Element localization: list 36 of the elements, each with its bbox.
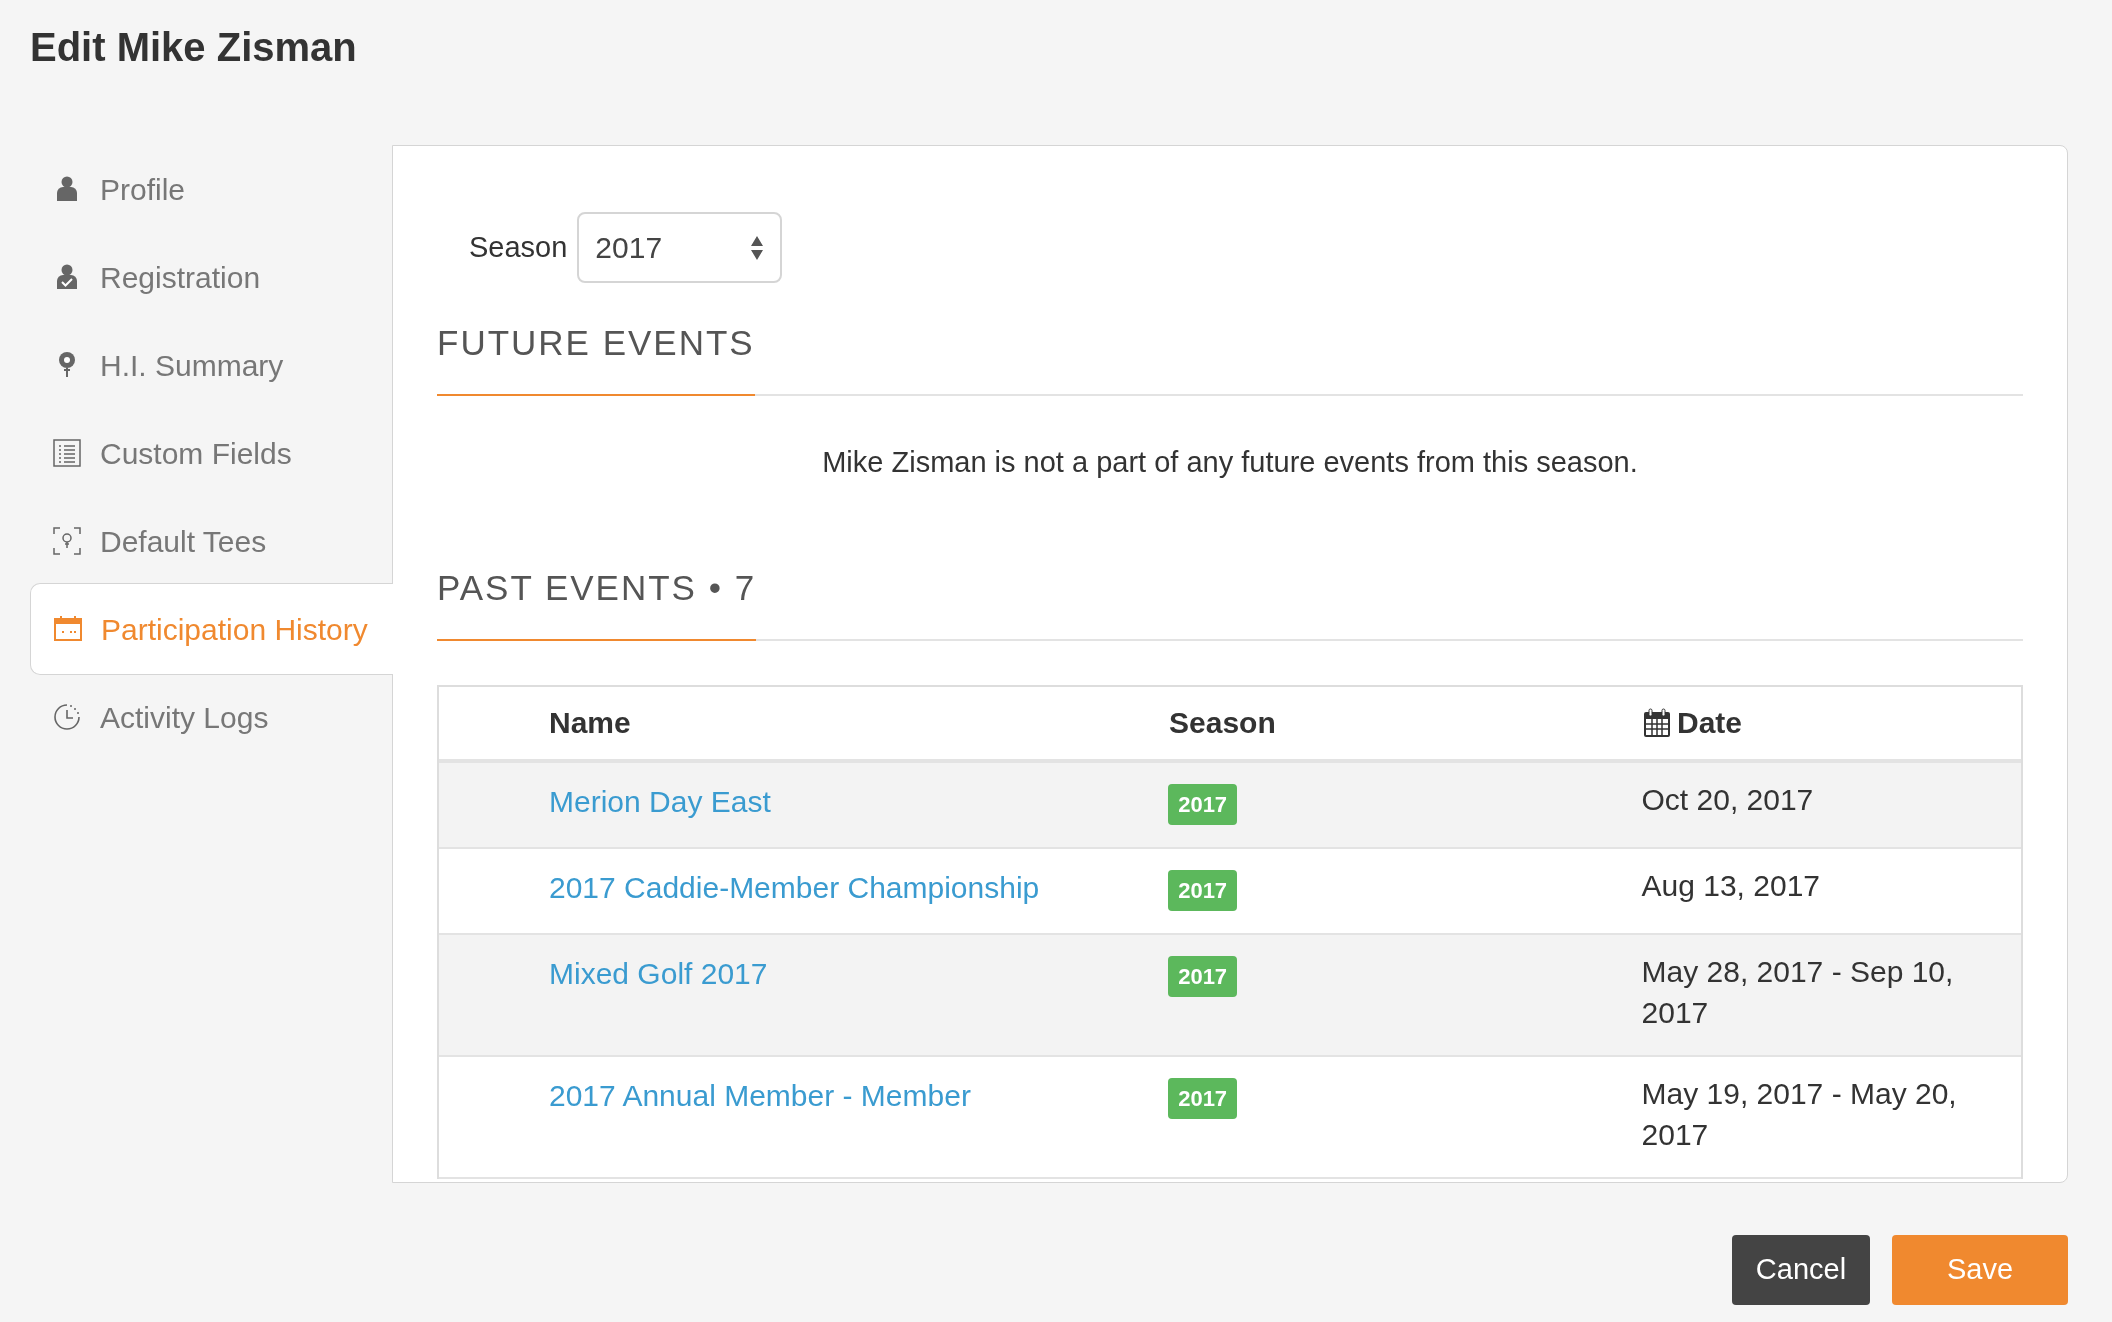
season-badge: 2017	[1168, 783, 1238, 825]
sidebar-item[interactable]: Registration	[30, 233, 392, 321]
event-date: May 19, 2017 - May 20, 2017	[1641, 1075, 1958, 1153]
season-badge: 2017	[1168, 1077, 1238, 1119]
sidebar-item[interactable]: H.I. Summary	[30, 321, 392, 409]
page-title: Edit Mike Zisman	[30, 24, 358, 71]
list-icon	[52, 438, 82, 468]
event-date: Aug 13, 2017	[1641, 867, 1821, 904]
calendar-icon	[53, 614, 83, 644]
event-date: Oct 20, 2017	[1641, 781, 1815, 818]
calendar-icon	[1643, 707, 1671, 738]
sort-arrows-icon	[750, 234, 765, 261]
event-link[interactable]: Mixed Golf 2017	[549, 956, 768, 990]
save-button[interactable]: Save	[1892, 1235, 2068, 1305]
section-heading: FUTURE EVENTS	[437, 317, 755, 396]
column-header: Name	[548, 705, 632, 741]
sidebar-item[interactable]: Participation History	[30, 583, 393, 675]
sidebar-item[interactable]: Activity Logs	[30, 673, 392, 761]
clock-icon	[52, 702, 82, 732]
season-select[interactable]: 2017	[577, 212, 783, 283]
event-link[interactable]: 2017 Annual Member - Member	[549, 1078, 971, 1112]
cancel-button[interactable]: Cancel	[1732, 1235, 1870, 1305]
sidebar-item[interactable]: Profile	[30, 145, 392, 233]
sidebar-item[interactable]: Custom Fields	[30, 409, 392, 497]
section-heading: PAST EVENTS • 7	[437, 562, 757, 641]
tee-icon	[52, 526, 82, 556]
season-badge: 2017	[1168, 955, 1238, 997]
season-label: Season	[469, 229, 568, 265]
sidebar-item[interactable]: Default Tees	[30, 497, 392, 585]
event-link[interactable]: 2017 Caddie-Member Championship	[549, 870, 1040, 904]
event-date: May 28, 2017 - Sep 10, 2017	[1641, 953, 1955, 1031]
column-header: Date	[1677, 705, 1743, 741]
event-link[interactable]: Merion Day East	[549, 784, 771, 818]
empty-message: Mike Zisman is not a part of any future events from this season.	[821, 444, 1639, 480]
season-badge: 2017	[1168, 869, 1238, 911]
column-header: Season	[1169, 705, 1277, 741]
